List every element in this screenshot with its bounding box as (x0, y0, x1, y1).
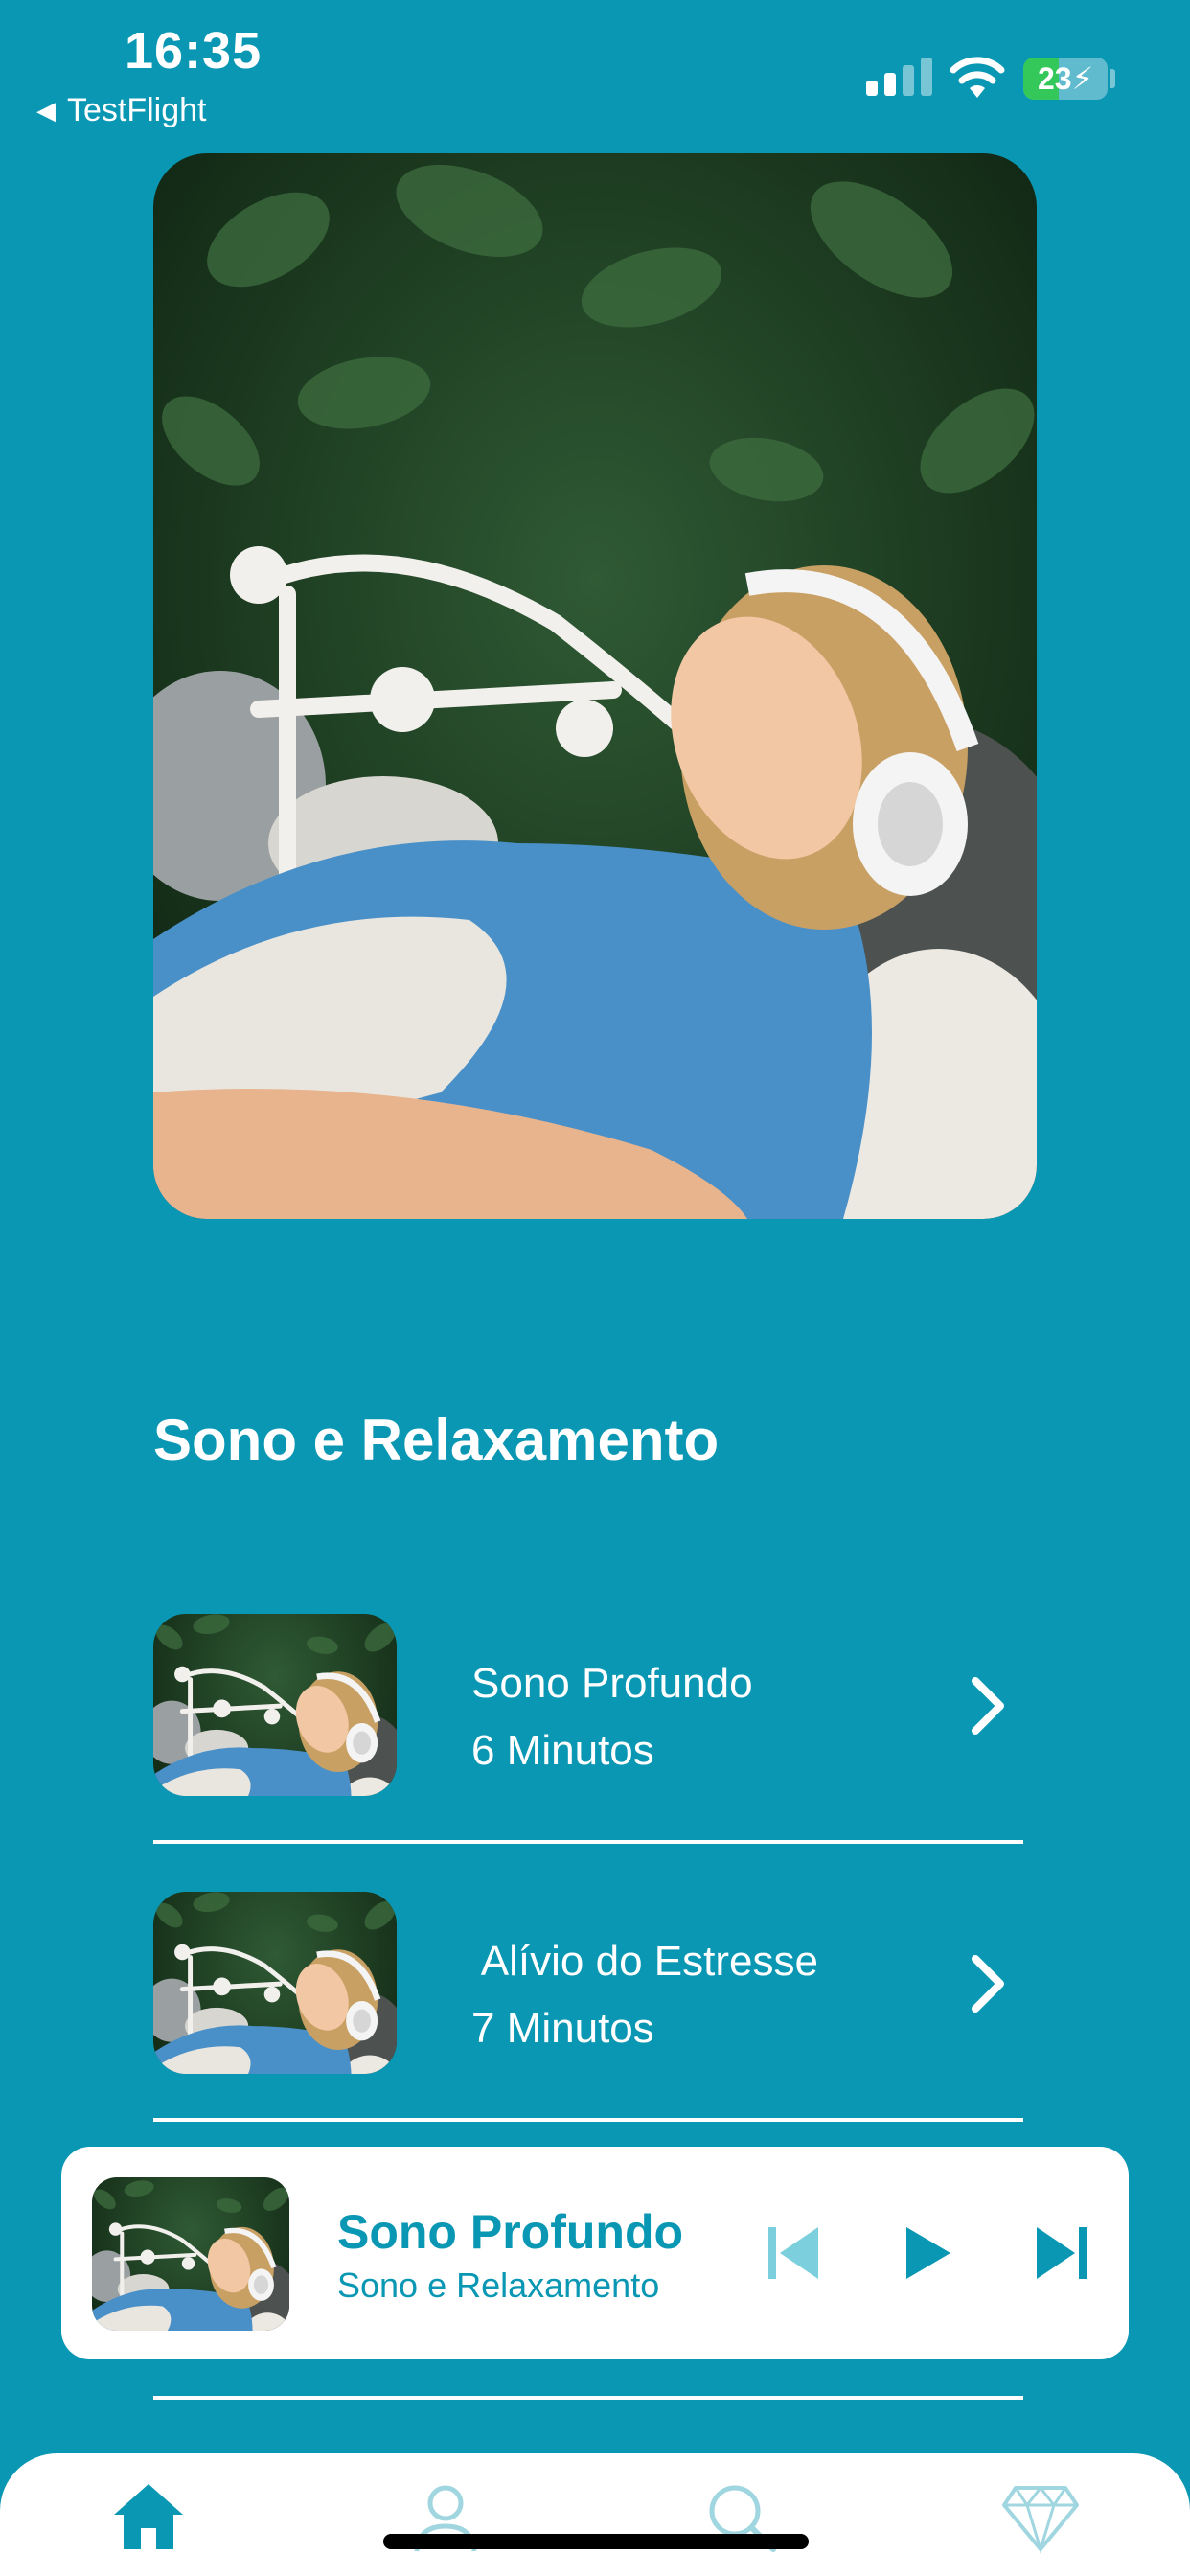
battery-icon: 23⚡ (1023, 58, 1108, 100)
track-row[interactable]: Sono Profundo 6 Minutos (153, 1614, 1023, 1796)
status-time: 16:35 (125, 22, 263, 80)
battery-cap (1110, 69, 1115, 88)
track-title: Sono Profundo (471, 1660, 753, 1707)
back-to-testflight[interactable]: ◀ TestFlight (36, 92, 207, 129)
next-icon[interactable] (1035, 2225, 1088, 2281)
track-row[interactable]: Alívio do Estresse 7 Minutos (153, 1892, 1023, 2074)
previous-icon[interactable] (767, 2225, 820, 2281)
divider (153, 2118, 1023, 2122)
player-artwork (92, 2177, 289, 2331)
player-title: Sono Profundo (337, 2205, 684, 2259)
cellular-signal-icon (866, 58, 932, 96)
divider (153, 1840, 1023, 1844)
player-subtitle: Sono e Relaxamento (337, 2266, 660, 2305)
track-thumbnail (153, 1614, 397, 1796)
home-indicator (383, 2534, 809, 2549)
track-thumbnail (153, 1892, 397, 2074)
hero-image (153, 153, 1037, 1219)
chevron-right-icon[interactable] (968, 1675, 1010, 1736)
track-duration: 6 Minutos (471, 1727, 654, 1774)
back-arrow-icon: ◀ (36, 96, 56, 125)
play-icon[interactable] (901, 2225, 954, 2281)
track-title: Alívio do Estresse (471, 1938, 818, 1985)
section-title: Sono e Relaxamento (153, 1408, 720, 1472)
wifi-icon (950, 57, 1005, 98)
chevron-right-icon[interactable] (968, 1953, 1010, 2014)
battery-level: 23 (1037, 61, 1072, 96)
home-icon[interactable] (110, 2478, 187, 2555)
track-duration: 7 Minutos (471, 2005, 654, 2052)
divider (153, 2396, 1023, 2400)
back-label: TestFlight (67, 92, 207, 128)
diamond-icon[interactable] (1002, 2478, 1079, 2555)
